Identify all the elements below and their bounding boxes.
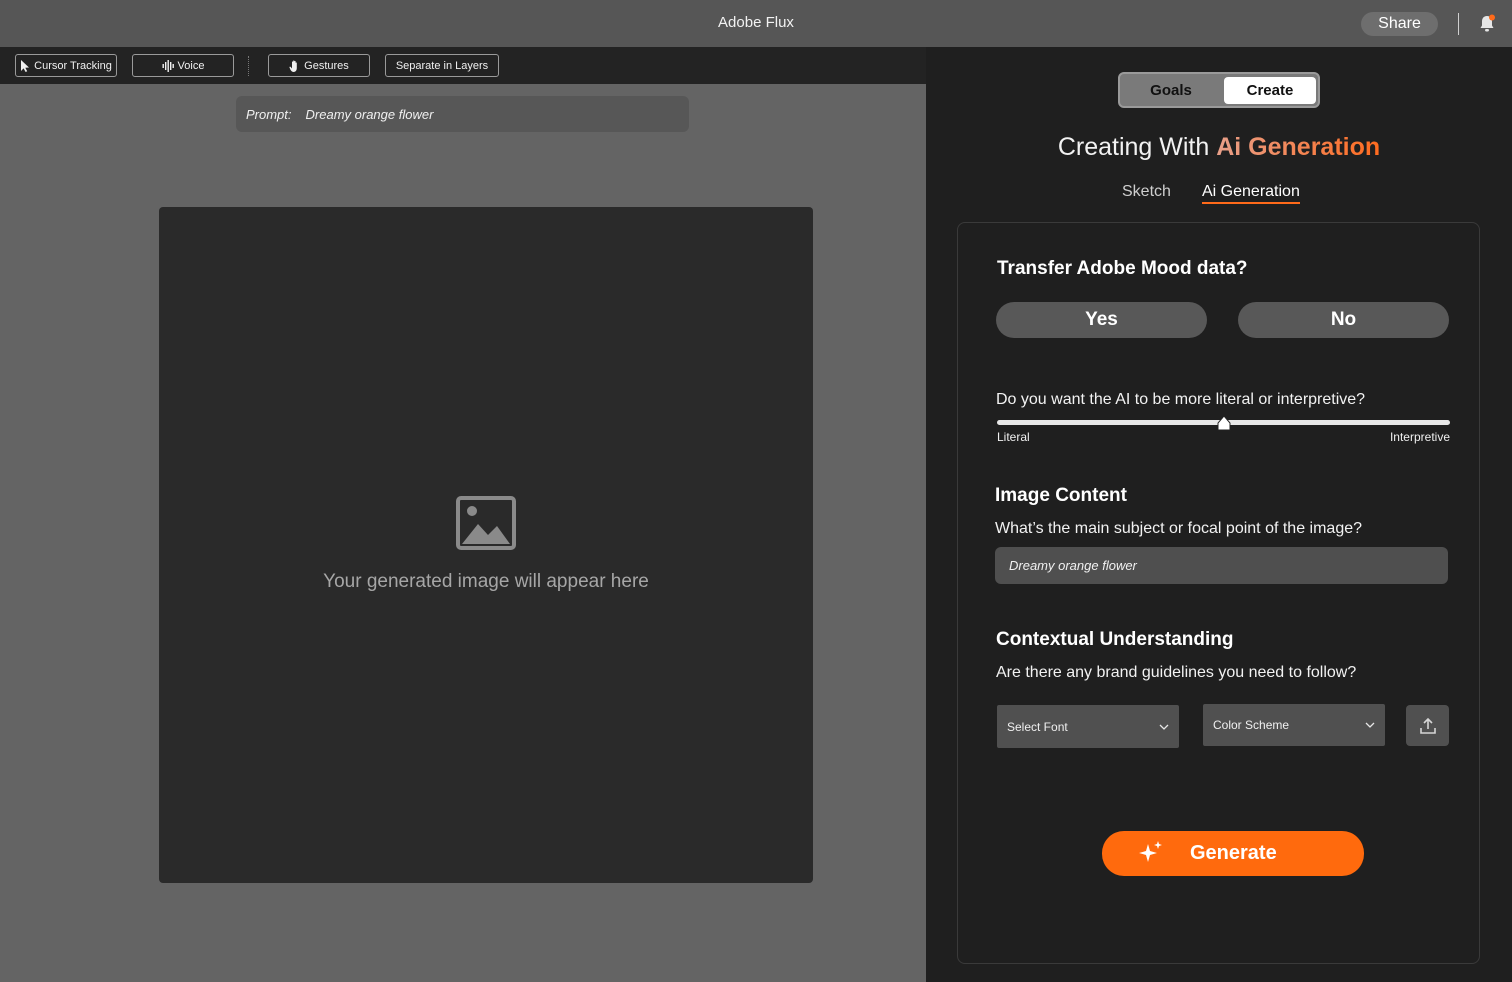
heading-accent: Ai Generation [1216, 133, 1381, 161]
tab-create[interactable]: Create [1224, 77, 1316, 104]
generation-form-card: Transfer Adobe Mood data? Yes No Do you … [957, 222, 1480, 964]
cursor-tracking-label: Cursor Tracking [34, 59, 112, 72]
chevron-down-icon [1365, 722, 1375, 728]
toolbar-separator [248, 56, 249, 76]
waveform-icon [162, 59, 174, 72]
image-content-title: Image Content [995, 485, 1127, 506]
separate-layers-button[interactable]: Separate in Layers [385, 54, 499, 77]
mood-question: Transfer Adobe Mood data? [997, 258, 1248, 279]
select-font-label: Select Font [1007, 719, 1068, 734]
title-bar: Adobe Flux Share [0, 0, 1512, 47]
app-title: Adobe Flux [718, 14, 794, 31]
literal-question: Do you want the AI to be more literal or… [996, 391, 1366, 408]
prompt-value: Dreamy orange flower [305, 106, 434, 122]
image-content-question: What’s the main subject or focal point o… [995, 520, 1363, 537]
subtab-ai-generation[interactable]: Ai Generation [1202, 183, 1300, 204]
share-button[interactable]: Share [1361, 12, 1438, 36]
image-canvas: Your generated image will appear here [159, 207, 813, 883]
prompt-label: Prompt: [246, 106, 292, 122]
slider-thumb[interactable] [1216, 415, 1232, 431]
no-button[interactable]: No [1238, 302, 1449, 338]
panel-heading: Creating With Ai Generation [926, 133, 1512, 162]
cursor-icon [21, 59, 30, 72]
mode-toggle: Goals Create [1118, 72, 1320, 108]
toolbar: Cursor Tracking Voice Gestures Separate … [0, 47, 926, 84]
generate-label: Generate [1190, 842, 1277, 864]
select-font-dropdown[interactable]: Select Font [997, 705, 1179, 748]
generate-button[interactable]: Generate [1102, 831, 1364, 876]
cursor-tracking-button[interactable]: Cursor Tracking [15, 54, 117, 77]
subtab-sketch[interactable]: Sketch [1122, 183, 1171, 201]
hand-icon [289, 59, 297, 72]
title-bar-divider [1458, 13, 1459, 35]
yes-button[interactable]: Yes [996, 302, 1207, 338]
context-question: Are there any brand guidelines you need … [996, 664, 1357, 681]
color-scheme-dropdown[interactable]: Color Scheme [1203, 704, 1385, 746]
voice-label: Voice [177, 59, 205, 72]
slider-max-label: Interpretive [1389, 430, 1450, 444]
image-placeholder-icon [456, 496, 516, 550]
create-panel: Goals Create Creating With Ai Generation… [926, 47, 1512, 982]
notification-bell-icon[interactable] [1478, 14, 1496, 34]
context-title: Contextual Understanding [996, 629, 1234, 650]
slider-min-label: Literal [997, 430, 1030, 444]
gestures-button[interactable]: Gestures [268, 54, 370, 77]
tab-goals[interactable]: Goals [1122, 76, 1220, 104]
sparkle-icon [1139, 841, 1162, 862]
image-placeholder-text: Your generated image will appear here [323, 571, 649, 592]
image-content-input[interactable] [995, 547, 1448, 584]
upload-icon [1419, 717, 1436, 734]
chevron-down-icon [1159, 724, 1169, 730]
upload-button[interactable] [1406, 705, 1449, 746]
gestures-label: Gestures [304, 59, 349, 72]
heading-prefix: Creating With [1057, 133, 1210, 161]
color-scheme-label: Color Scheme [1213, 718, 1290, 732]
voice-button[interactable]: Voice [132, 54, 234, 77]
prompt-bar[interactable]: Prompt: Dreamy orange flower [236, 96, 689, 132]
